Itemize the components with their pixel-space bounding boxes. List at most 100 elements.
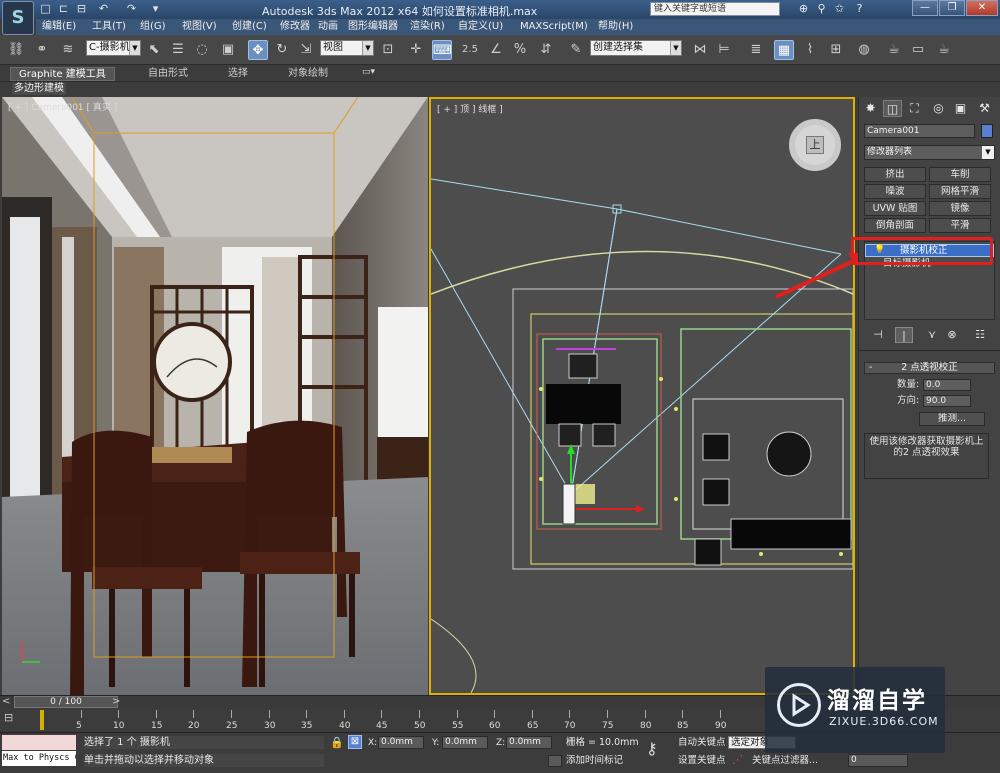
menu-views[interactable]: 视图(V)	[182, 20, 217, 34]
select-manipulate-icon[interactable]: ✛	[406, 40, 426, 60]
undo-icon[interactable]: ↶	[96, 2, 111, 16]
window-crossing-icon[interactable]: ▣	[218, 40, 238, 60]
make-unique-icon[interactable]: ⋎	[923, 327, 941, 343]
maxscript-listener-input[interactable]	[2, 735, 76, 750]
menu-edit[interactable]: 编辑(E)	[42, 20, 76, 34]
key-filters-button[interactable]: 关键点过滤器...	[752, 754, 818, 767]
configure-modifier-sets-icon[interactable]: ☷	[971, 327, 989, 343]
material-editor-icon[interactable]: ◍	[854, 40, 874, 60]
spinner-snap-icon[interactable]: ⇵	[536, 40, 556, 60]
direction-spinner[interactable]: 90.0	[923, 395, 971, 407]
pivot-center-icon[interactable]: ⊡	[378, 40, 398, 60]
mini-curve-editor-icon[interactable]: ⊟	[4, 711, 24, 725]
current-frame-marker[interactable]	[40, 710, 44, 730]
modifier-list-dropdown[interactable]: 修改器列表 ▼	[864, 145, 995, 160]
key-icon[interactable]: ⚷	[646, 739, 658, 758]
reference-coordinate-dropdown[interactable]: 视图 ▼	[320, 40, 374, 56]
prev-frame-icon[interactable]: <	[2, 696, 10, 707]
lock-selection-icon[interactable]: 🔒	[330, 736, 344, 749]
open-file-icon[interactable]: ⊏	[56, 2, 71, 16]
x-coordinate-field[interactable]: 0.0mm	[378, 736, 424, 749]
top-viewport[interactable]: [ + ] 顶 ] 线框 ] 上	[429, 97, 855, 695]
app-logo-icon[interactable]: S	[2, 1, 34, 35]
tab-graphite-modeling[interactable]: Graphite 建模工具	[10, 67, 115, 81]
pin-stack-icon[interactable]: ⊣	[869, 327, 887, 343]
camera-viewport-label[interactable]: [ + ] Camera001 [ 真实 ]	[8, 100, 117, 113]
meshsmooth-button[interactable]: 网格平滑	[929, 184, 991, 199]
tab-object-paint[interactable]: 对象绘制	[280, 67, 336, 81]
graphite-toggle-icon[interactable]: ▦	[774, 40, 794, 60]
close-button[interactable]: ✕	[966, 0, 998, 16]
help-icon[interactable]: ?	[852, 2, 867, 16]
lathe-button[interactable]: 车削	[929, 167, 991, 182]
keyboard-shortcut-override-icon[interactable]: ⌨	[432, 40, 452, 60]
z-coordinate-field[interactable]: 0.0mm	[506, 736, 552, 749]
percent-snap-icon[interactable]: %	[510, 40, 530, 60]
quick-access-dropdown-icon[interactable]: ▾	[148, 2, 163, 16]
schematic-view-icon[interactable]: ⊞	[826, 40, 846, 60]
subscription-icon[interactable]: ⚲	[814, 2, 829, 16]
menu-customize[interactable]: 自定义(U)	[458, 20, 503, 34]
tab-freeform[interactable]: 自由形式	[140, 67, 196, 81]
mirror-button[interactable]: 镜像	[929, 201, 991, 216]
amount-spinner[interactable]: 0.0	[923, 379, 971, 391]
maximize-button[interactable]: ❐	[939, 0, 965, 16]
next-frame-icon[interactable]: >	[112, 696, 120, 707]
smooth-button[interactable]: 平滑	[929, 218, 991, 233]
utilities-tab-icon[interactable]: ⚒	[975, 100, 994, 117]
menu-help[interactable]: 帮助(H)	[598, 20, 633, 34]
two-point-perspective-rollout-header[interactable]: - 2 点透视校正	[864, 362, 995, 374]
time-tag-icon[interactable]	[548, 755, 562, 767]
layer-manager-icon[interactable]: ≣	[746, 40, 766, 60]
bind-space-warp-icon[interactable]: ≋	[58, 40, 78, 60]
new-file-icon[interactable]: □	[38, 2, 53, 16]
select-object-icon[interactable]: ⬉	[144, 40, 164, 60]
guess-button[interactable]: 推测...	[919, 412, 985, 426]
camera-viewport[interactable]: [ + ] Camera001 [ 真实 ]	[2, 97, 428, 695]
help-search-input[interactable]: 键入关键字或短语	[650, 2, 780, 16]
uvw-map-button[interactable]: UVW 贴图	[864, 201, 926, 216]
menu-create[interactable]: 创建(C)	[232, 20, 267, 34]
object-name-field[interactable]: Camera001	[864, 124, 975, 138]
render-setup-icon[interactable]: ☕	[884, 40, 904, 60]
current-frame-field[interactable]: 0	[848, 754, 908, 767]
menu-group[interactable]: 组(G)	[140, 20, 166, 34]
select-by-name-icon[interactable]: ☰	[168, 40, 188, 60]
set-key-button[interactable]: 设置关键点	[678, 754, 726, 767]
minimize-button[interactable]: —	[912, 0, 938, 16]
named-selection-dropdown[interactable]: 创建选择集 ▼	[590, 40, 682, 56]
viewcube[interactable]: 上	[789, 119, 841, 171]
create-tab-icon[interactable]: ✸	[861, 100, 880, 117]
auto-key-button[interactable]: 自动关键点	[678, 736, 726, 749]
hierarchy-tab-icon[interactable]: ⛶	[905, 100, 924, 117]
redo-icon[interactable]: ↷	[124, 2, 139, 16]
display-tab-icon[interactable]: ▣	[951, 100, 970, 117]
y-coordinate-field[interactable]: 0.0mm	[442, 736, 488, 749]
maxscript-listener-output[interactable]: Max to Physcs C	[2, 751, 76, 766]
snaps-toggle-icon[interactable]: 2.5	[460, 40, 480, 60]
select-and-rotate-icon[interactable]: ↻	[272, 40, 292, 60]
select-and-move-icon[interactable]: ✥	[248, 40, 268, 60]
curve-editor-icon[interactable]: ⌇	[800, 40, 820, 60]
tab-selection[interactable]: 选择	[220, 67, 256, 81]
motion-tab-icon[interactable]: ◎	[929, 100, 948, 117]
object-color-swatch[interactable]	[981, 124, 993, 138]
modify-tab-icon[interactable]: ◫	[883, 100, 902, 117]
link-icon[interactable]: ⛓	[6, 40, 26, 60]
extrude-button[interactable]: 挤出	[864, 167, 926, 182]
select-and-scale-icon[interactable]: ⇲	[296, 40, 316, 60]
polygon-modeling-label[interactable]: 多边形建模	[12, 83, 66, 95]
selection-filter-dropdown[interactable]: C-摄影机 ▼	[86, 40, 141, 56]
menu-animation[interactable]: 动画	[318, 20, 338, 34]
align-icon[interactable]: ⊨	[714, 40, 734, 60]
menu-tools[interactable]: 工具(T)	[92, 20, 126, 34]
mirror-icon[interactable]: ⋈	[690, 40, 710, 60]
show-end-result-icon[interactable]: |	[895, 327, 913, 343]
viewcube-top-face[interactable]: 上	[806, 136, 824, 154]
remove-modifier-icon[interactable]: ⊗	[943, 327, 961, 343]
favorites-icon[interactable]: ✩	[832, 2, 847, 16]
unlink-icon[interactable]: ⚭	[32, 40, 52, 60]
top-viewport-label[interactable]: [ + ] 顶 ] 线框 ]	[437, 102, 503, 115]
edit-named-selection-icon[interactable]: ✎	[566, 40, 586, 60]
rendered-frame-icon[interactable]: ▭	[908, 40, 928, 60]
